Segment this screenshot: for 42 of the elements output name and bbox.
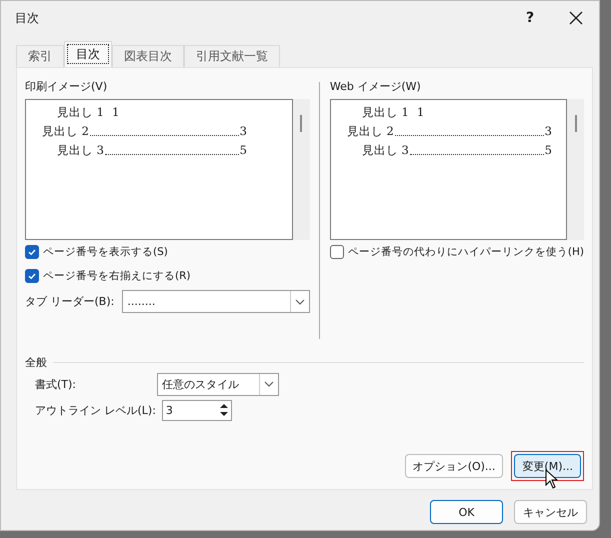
page-number: 5: [544, 142, 552, 159]
scrollbar[interactable]: [567, 99, 584, 240]
tab[interactable]: 図表目次: [112, 45, 184, 67]
spin-box[interactable]: 3: [162, 400, 232, 420]
spin-arrows-icon[interactable]: [220, 403, 228, 417]
tab[interactable]: 目次: [64, 41, 112, 67]
help-button[interactable]: ?: [507, 3, 553, 33]
chevron-down-icon: [294, 298, 305, 304]
field-label: タブ リーダー(B):: [25, 294, 114, 309]
page-number: 1: [112, 104, 120, 121]
button[interactable]: 変更(M)...: [514, 454, 581, 478]
heading-text: 見出し 2: [346, 123, 394, 140]
page-number: 5: [240, 142, 247, 159]
page-number: 3: [544, 123, 552, 140]
section-title: 全般: [25, 354, 47, 370]
preview-label: Web イメージ(W): [330, 79, 422, 95]
dropdown[interactable]: 任意のスタイル: [157, 372, 279, 396]
page-number: 3: [240, 123, 247, 140]
heading-text: 見出し 2: [42, 123, 89, 140]
check-icon: [27, 247, 37, 257]
check-icon: [27, 271, 37, 281]
checkbox[interactable]: ページ番号の代わりにハイパーリンクを使う(H): [330, 240, 584, 264]
chevron-down-icon: [264, 381, 274, 387]
heading-text: 見出し 3: [362, 142, 409, 159]
window-title: 目次: [15, 10, 39, 26]
heading-text: 見出し 1: [57, 104, 104, 121]
button[interactable]: キャンセル: [514, 500, 587, 524]
tab[interactable]: 索引: [16, 45, 64, 67]
heading-text: 見出し 3: [57, 142, 104, 159]
tab[interactable]: 引用文献一覧: [184, 45, 280, 67]
field-label: 書式(T):: [35, 376, 78, 392]
button[interactable]: オプション(O)...: [404, 454, 504, 478]
checkbox[interactable]: ページ番号を表示する(S): [25, 240, 310, 264]
preview-label: 印刷イメージ(V): [25, 79, 108, 95]
button[interactable]: OK: [430, 500, 503, 524]
checkbox[interactable]: ページ番号を右揃えにする(R): [25, 264, 310, 288]
page-number: 1: [416, 104, 424, 121]
close-icon: [569, 11, 583, 25]
dropdown[interactable]: ........: [122, 290, 310, 313]
field-label: アウトライン レベル(L):: [35, 402, 157, 418]
scrollbar[interactable]: [292, 99, 310, 240]
heading-text: 見出し 1: [362, 104, 409, 121]
